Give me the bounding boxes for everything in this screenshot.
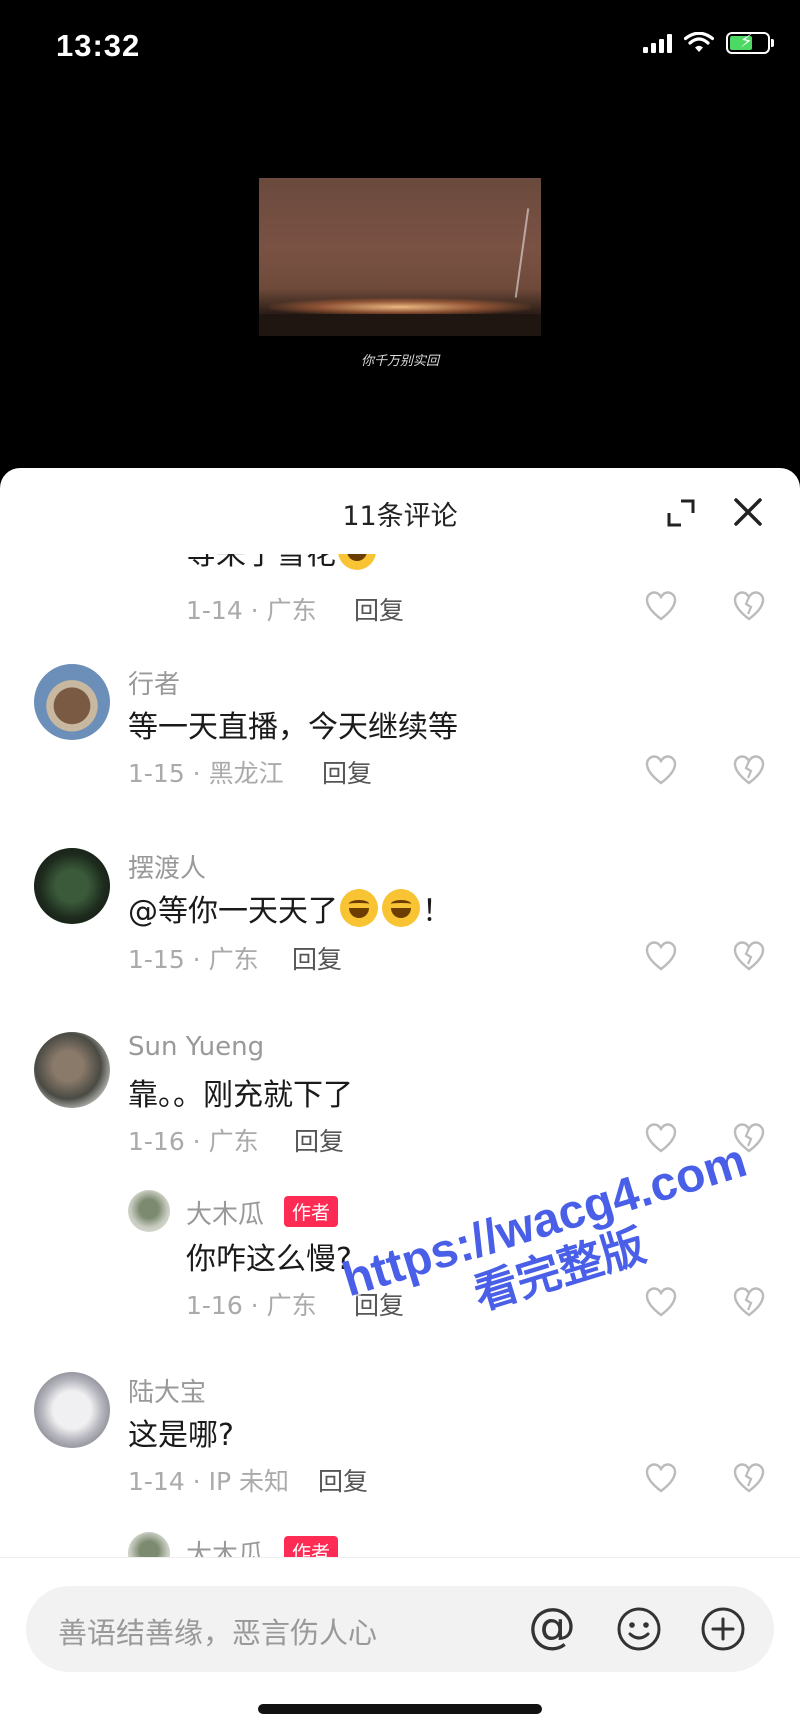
reply-button[interactable]: 回复 xyxy=(322,754,372,790)
comment-text: 等来了雪花 xyxy=(186,554,378,573)
status-time: 13:32 xyxy=(56,28,141,63)
author-badge: 作者 xyxy=(284,1536,339,1557)
emoji-icon[interactable] xyxy=(616,1606,662,1652)
broken-heart-dislike-icon[interactable] xyxy=(733,941,765,971)
video-frame[interactable] xyxy=(259,178,541,336)
comment-text: @等你一天天了！ xyxy=(128,886,452,930)
comment-input-bar: 善语结善缘，恶言伤人心 @ xyxy=(0,1557,800,1733)
video-subtitle: 你千万别实回 xyxy=(360,354,439,369)
comment-item: 摆渡人 @等你一天天了！ 1-15 · 广东 回复 xyxy=(0,848,800,998)
heart-like-icon[interactable] xyxy=(645,1463,677,1493)
comment-author[interactable]: 大木瓜 xyxy=(186,1534,264,1557)
reply-button[interactable]: 回复 xyxy=(294,1122,344,1158)
avatar[interactable] xyxy=(128,1532,170,1557)
comment-item: 陆大宝 这是哪? 1-14 · IP 未知 回复 xyxy=(0,1372,800,1522)
comment-text: 等一天直播，今天继续等 xyxy=(128,710,458,745)
add-icon[interactable] xyxy=(700,1606,746,1652)
rofl-emoji-icon xyxy=(340,889,378,927)
wifi-icon xyxy=(684,32,714,52)
comment-meta: 1-14 · 广东 xyxy=(186,596,317,625)
status-icons: ⚡ xyxy=(643,31,774,54)
comment-item: 行者 等一天直播，今天继续等 1-15 · 黑龙江 回复 xyxy=(0,664,800,814)
avatar[interactable] xyxy=(34,848,110,924)
grinning-emoji-icon xyxy=(338,554,376,570)
mention-at-icon[interactable]: @ xyxy=(528,1602,576,1650)
reply-button[interactable]: 回复 xyxy=(318,1462,368,1498)
comment-item: 等来了雪花 1-14 · 广东 回复 xyxy=(0,554,800,625)
heart-like-icon[interactable] xyxy=(645,755,677,785)
avatar[interactable] xyxy=(34,664,110,740)
broken-heart-dislike-icon[interactable] xyxy=(733,755,765,785)
broken-heart-dislike-icon[interactable] xyxy=(733,591,765,621)
comment-list[interactable]: 等来了雪花 1-14 · 广东 回复 行者 等一天直播，今天继续等 1-15 ·… xyxy=(0,554,800,1557)
avatar[interactable] xyxy=(34,1032,110,1108)
reply-button[interactable]: 回复 xyxy=(354,591,404,627)
reply-item: 大木瓜 作者 xyxy=(0,1530,800,1557)
avatar[interactable] xyxy=(34,1372,110,1448)
broken-heart-dislike-icon[interactable] xyxy=(733,1463,765,1493)
expand-icon[interactable] xyxy=(666,498,696,528)
comment-input-placeholder: 善语结善缘，恶言伤人心 xyxy=(58,1616,378,1650)
close-icon[interactable] xyxy=(732,496,764,528)
comment-author[interactable]: 摆渡人 xyxy=(128,848,206,885)
comments-header: 11条评论 xyxy=(0,468,800,554)
comment-meta: 1-16 · 广东 xyxy=(128,1127,259,1156)
heart-like-icon[interactable] xyxy=(645,1287,677,1317)
comment-meta: 1-14 · IP 未知 xyxy=(128,1467,289,1496)
comment-text: 靠。。刚充就下了 xyxy=(128,1078,353,1113)
reply-button[interactable]: 回复 xyxy=(292,940,342,976)
comment-author[interactable]: 行者 xyxy=(128,664,180,701)
video-player[interactable]: 你千万别实回 xyxy=(0,100,800,470)
comment-input[interactable]: 善语结善缘，恶言伤人心 @ xyxy=(26,1586,774,1672)
avatar[interactable] xyxy=(128,1190,170,1232)
home-indicator xyxy=(258,1704,542,1714)
cellular-signal-icon xyxy=(643,33,672,53)
heart-like-icon[interactable] xyxy=(645,591,677,621)
author-badge: 作者 xyxy=(284,1196,339,1227)
comment-text: 这是哪? xyxy=(128,1418,234,1453)
comment-meta: 1-15 · 黑龙江 xyxy=(128,759,284,788)
comment-author[interactable]: 大木瓜 xyxy=(186,1194,264,1231)
battery-icon: ⚡ xyxy=(726,31,774,54)
comment-meta: 1-15 · 广东 xyxy=(128,945,259,974)
status-bar: 13:32 ⚡ xyxy=(0,0,800,100)
comment-author[interactable]: Sun Yueng xyxy=(128,1032,264,1062)
comment-author[interactable]: 陆大宝 xyxy=(128,1372,206,1409)
heart-like-icon[interactable] xyxy=(645,1123,677,1153)
comments-panel: 11条评论 等来了雪花 1-14 · 广东 回复 行者 等一天直播，今天继续等 … xyxy=(0,468,800,1733)
rofl-emoji-icon xyxy=(382,889,420,927)
heart-like-icon[interactable] xyxy=(645,941,677,971)
broken-heart-dislike-icon[interactable] xyxy=(733,1287,765,1317)
